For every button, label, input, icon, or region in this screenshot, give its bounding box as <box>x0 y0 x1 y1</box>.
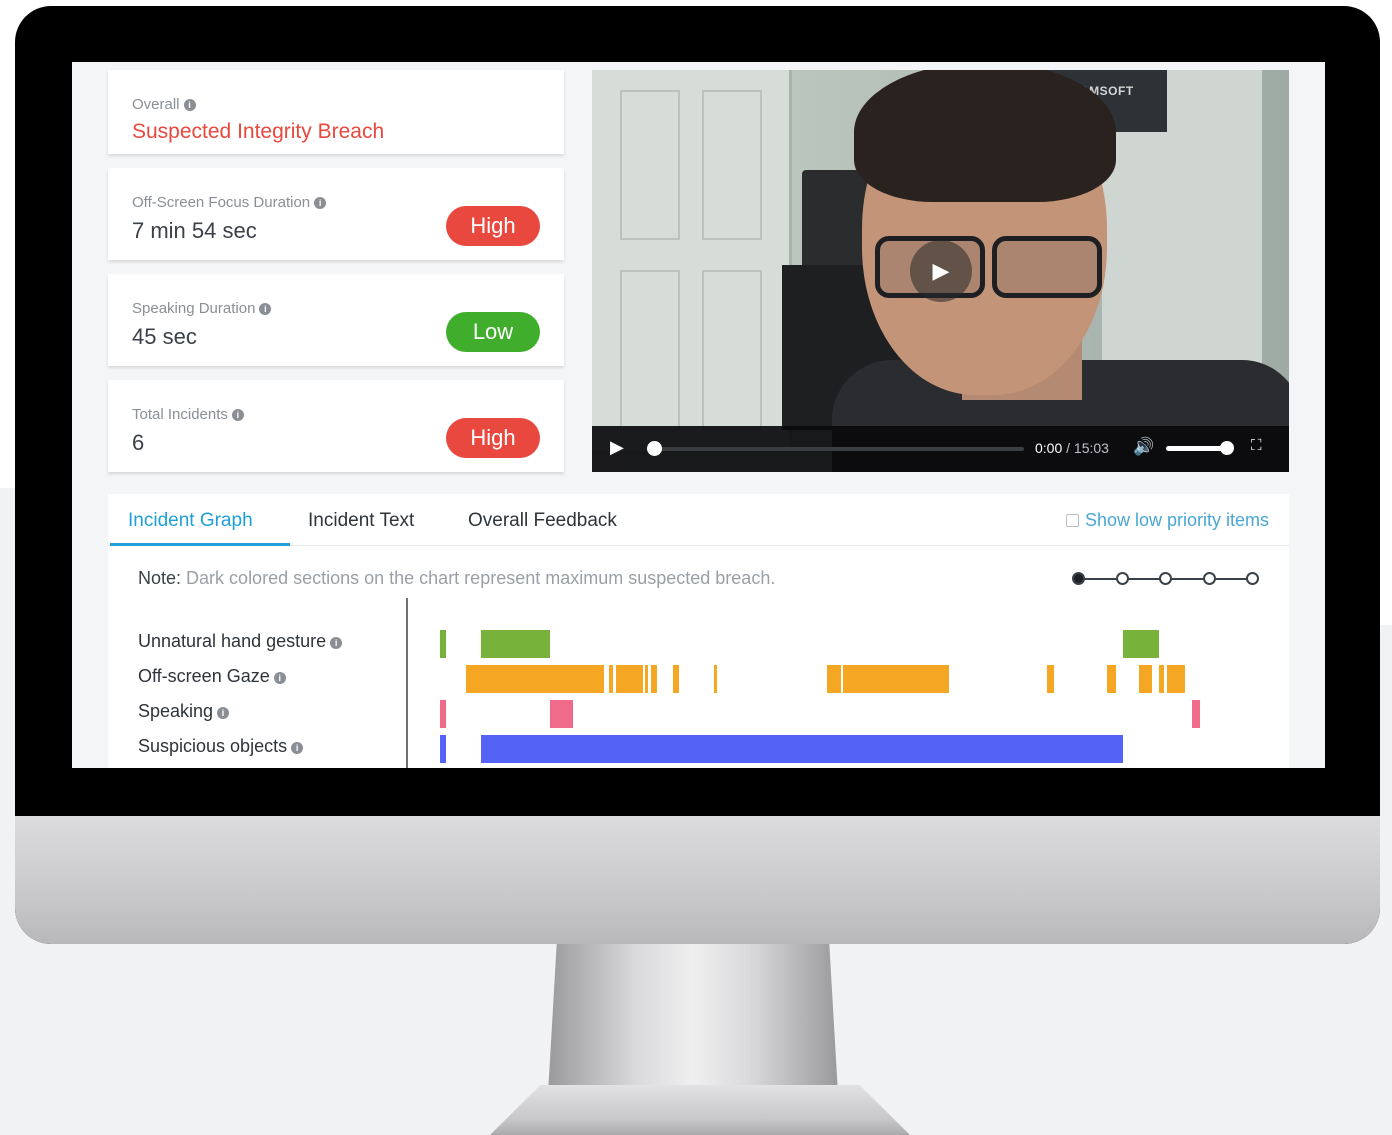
row-label-objects: Suspicious objects i <box>138 736 304 757</box>
speaking-duration-label: Speaking Duration i <box>132 300 272 317</box>
video-frame-door <box>592 70 792 450</box>
row-label-hand-gesture: Unnatural hand gesture i <box>138 631 343 652</box>
monitor-stand-base <box>490 1085 910 1135</box>
video-controls: ▶ 0:00 / 15:03 🔊 ⛶ <box>592 426 1289 472</box>
tab-incident-text[interactable]: Incident Text <box>308 510 414 532</box>
chart-note: Note: Dark colored sections on the chart… <box>138 568 776 588</box>
tab-incident-graph[interactable]: Incident Graph <box>128 510 253 532</box>
total-incidents-card: Total Incidents i 6 High <box>108 380 564 472</box>
video-frame-glasses <box>992 236 1102 298</box>
monitor-stand-neck <box>548 944 838 1094</box>
zoom-level-dot[interactable] <box>1246 572 1259 585</box>
severity-badge-high: High <box>446 206 540 246</box>
incident-segment[interactable] <box>1166 665 1185 693</box>
fullscreen-icon[interactable]: ⛶ <box>1251 437 1262 454</box>
off-screen-focus-label: Off-Screen Focus Duration i <box>132 194 327 211</box>
incident-segment[interactable] <box>1123 630 1159 658</box>
incident-segment[interactable] <box>440 630 447 658</box>
incident-segment[interactable] <box>465 665 605 693</box>
progress-handle[interactable] <box>647 441 662 456</box>
info-icon[interactable]: i <box>217 707 230 719</box>
play-overlay-icon[interactable]: ▶ <box>910 240 972 302</box>
off-screen-focus-value: 7 min 54 sec <box>132 218 257 243</box>
incident-segment[interactable] <box>440 735 447 763</box>
incident-segment[interactable] <box>1139 665 1153 693</box>
overall-label: Overall i <box>132 96 196 113</box>
monitor-chin <box>15 816 1380 944</box>
tab-bar: Incident Graph Incident Text Overall Fee… <box>108 494 1289 546</box>
zoom-level-dot[interactable] <box>1202 572 1216 585</box>
speaking-duration-value: 45 sec <box>132 324 197 349</box>
progress-bar[interactable] <box>654 447 1024 451</box>
volume-slider[interactable] <box>1166 446 1228 451</box>
incident-segment[interactable] <box>1158 665 1164 693</box>
total-incidents-value: 6 <box>132 430 145 455</box>
info-icon[interactable]: i <box>314 197 327 209</box>
timeline-axis <box>406 598 408 768</box>
speaking-duration-card: Speaking Duration i 45 sec Low <box>108 274 564 366</box>
row-label-gaze: Off-screen Gaze i <box>138 666 286 687</box>
info-icon[interactable]: i <box>291 742 304 754</box>
incident-panel: Incident Graph Incident Text Overall Fee… <box>108 494 1289 768</box>
active-tab-indicator <box>110 543 290 546</box>
low-priority-checkbox[interactable] <box>1065 514 1079 527</box>
incident-segment[interactable] <box>826 665 842 693</box>
overall-value: Suspected Integrity Breach <box>132 120 385 143</box>
video-frame-person-hair <box>854 70 1116 202</box>
severity-badge-high: High <box>446 418 540 458</box>
volume-icon[interactable]: 🔊 <box>1133 437 1154 457</box>
tab-overall-feedback[interactable]: Overall Feedback <box>468 510 617 532</box>
info-icon[interactable]: i <box>330 637 343 649</box>
incident-segment[interactable] <box>609 665 613 693</box>
zoom-level-dot[interactable] <box>1159 572 1172 585</box>
info-icon[interactable]: i <box>259 303 272 315</box>
incident-segment[interactable] <box>672 665 679 693</box>
row-label-speaking: Speaking i <box>138 701 230 722</box>
play-icon[interactable]: ▶ <box>610 437 624 458</box>
low-priority-toggle[interactable]: Show low priority items <box>1065 510 1269 531</box>
info-icon[interactable]: i <box>183 99 196 111</box>
incident-segment[interactable] <box>1047 665 1055 693</box>
incident-segment[interactable] <box>651 665 658 693</box>
info-icon[interactable]: i <box>273 672 286 684</box>
incident-segment[interactable] <box>481 735 1124 763</box>
incident-segment[interactable] <box>550 700 573 728</box>
zoom-level-dot[interactable] <box>1115 572 1129 585</box>
incident-segment[interactable] <box>481 630 551 658</box>
info-icon[interactable]: i <box>231 409 244 421</box>
volume-handle[interactable] <box>1220 441 1234 455</box>
screen: Overall i Suspected Integrity Breach Off-… <box>72 62 1325 768</box>
severity-badge-low: Low <box>446 312 540 352</box>
incident-segment[interactable] <box>842 665 950 693</box>
incident-segment[interactable] <box>440 700 447 728</box>
incident-segment[interactable] <box>714 665 718 693</box>
off-screen-focus-card: Off-Screen Focus Duration i 7 min 54 sec … <box>108 168 564 260</box>
video-player[interactable]: EXAMSOFT ▶ ▶ 0:00 / 15:03 🔊 ⛶ <box>592 70 1289 472</box>
overall-card: Overall i Suspected Integrity Breach <box>108 70 564 154</box>
total-incidents-label: Total Incidents i <box>132 406 244 423</box>
incident-segment[interactable] <box>1107 665 1116 693</box>
incident-segment[interactable] <box>1192 700 1200 728</box>
time-display: 0:00 / 15:03 <box>1035 440 1109 456</box>
zoom-level-dot[interactable] <box>1072 572 1085 585</box>
incident-segment[interactable] <box>616 665 643 693</box>
incident-segment[interactable] <box>645 665 649 693</box>
